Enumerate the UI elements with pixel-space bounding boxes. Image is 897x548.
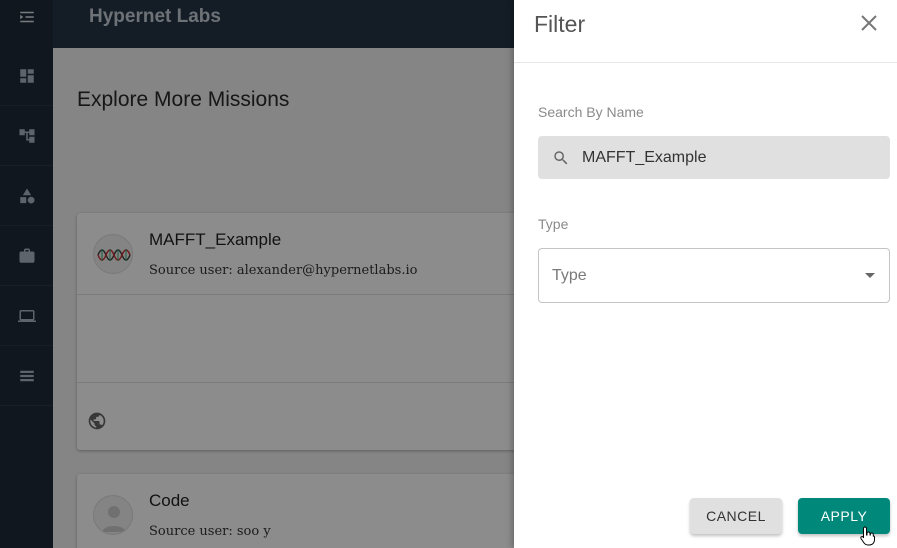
dropdown-arrow-icon (865, 273, 875, 278)
search-input[interactable] (582, 136, 882, 179)
hand-pointer-icon (860, 526, 875, 546)
drawer-header: Filter (514, 0, 897, 63)
close-button[interactable] (859, 13, 879, 33)
search-icon (554, 151, 568, 165)
close-icon (861, 15, 877, 31)
type-label: Type (538, 216, 569, 232)
drawer-title: Filter (534, 11, 586, 37)
cancel-button[interactable]: CANCEL (690, 498, 782, 534)
apply-button[interactable]: APPLY (798, 498, 890, 534)
type-select[interactable]: Type (538, 248, 890, 303)
filter-drawer: Filter Search By Name Type Type CANCEL A… (514, 0, 897, 548)
search-label: Search By Name (538, 104, 644, 120)
type-select-placeholder: Type (552, 267, 587, 284)
search-field[interactable] (538, 136, 890, 179)
